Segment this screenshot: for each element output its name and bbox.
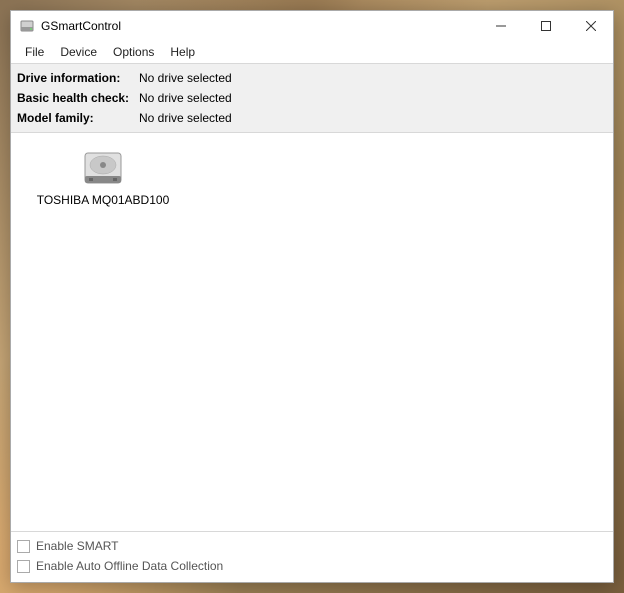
drive-info-label: Drive information:	[17, 68, 139, 88]
menubar: File Device Options Help	[11, 41, 613, 63]
menu-options[interactable]: Options	[105, 43, 162, 61]
enable-offline-row: Enable Auto Offline Data Collection	[17, 556, 607, 576]
drive-item[interactable]: TOSHIBA MQ01ABD100	[23, 145, 183, 211]
menu-file[interactable]: File	[17, 43, 52, 61]
app-icon	[19, 18, 35, 34]
info-panel: Drive information: No drive selected Bas…	[11, 63, 613, 133]
menu-device[interactable]: Device	[52, 43, 105, 61]
health-label: Basic health check:	[17, 88, 139, 108]
info-row-drive: Drive information: No drive selected	[17, 68, 607, 88]
info-row-model: Model family: No drive selected	[17, 108, 607, 128]
enable-offline-checkbox[interactable]	[17, 560, 30, 573]
app-window: GSmartControl File Device Options Help D…	[10, 10, 614, 583]
hard-drive-icon	[79, 149, 127, 189]
enable-offline-label: Enable Auto Offline Data Collection	[36, 556, 223, 576]
window-controls	[478, 11, 613, 41]
drive-label: TOSHIBA MQ01ABD100	[37, 193, 170, 207]
model-value: No drive selected	[139, 108, 232, 128]
enable-smart-label: Enable SMART	[36, 536, 118, 556]
health-value: No drive selected	[139, 88, 232, 108]
window-title: GSmartControl	[41, 19, 478, 33]
titlebar[interactable]: GSmartControl	[11, 11, 613, 41]
drive-list-area[interactable]: TOSHIBA MQ01ABD100	[11, 133, 613, 531]
close-button[interactable]	[568, 11, 613, 41]
maximize-button[interactable]	[523, 11, 568, 41]
minimize-button[interactable]	[478, 11, 523, 41]
info-row-health: Basic health check: No drive selected	[17, 88, 607, 108]
model-label: Model family:	[17, 108, 139, 128]
drive-info-value: No drive selected	[139, 68, 232, 88]
enable-smart-row: Enable SMART	[17, 536, 607, 556]
enable-smart-checkbox[interactable]	[17, 540, 30, 553]
footer-panel: Enable SMART Enable Auto Offline Data Co…	[11, 531, 613, 582]
menu-help[interactable]: Help	[162, 43, 203, 61]
